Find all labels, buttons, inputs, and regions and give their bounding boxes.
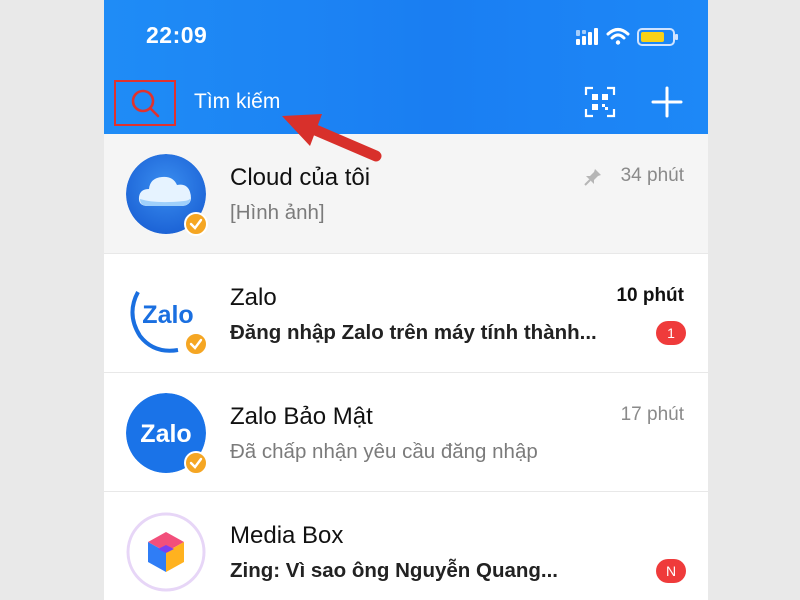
conversation-time: 17 phút	[620, 404, 684, 425]
conversation-preview: Đã chấp nhận yêu cầu đăng nhập	[230, 440, 538, 463]
conversation-row-media-box[interactable]: Media Box Zing: Vì sao ông Nguyễn Quang.…	[104, 492, 708, 600]
conversation-time: 10 phút	[616, 285, 684, 306]
conversation-preview: Đăng nhập Zalo trên máy tính thành...	[230, 321, 597, 344]
conversation-row-zalo[interactable]: Zalo Zalo Đăng nhập Zalo trên máy tính t…	[104, 254, 708, 373]
pointer-arrow-annotation	[282, 114, 382, 162]
plus-icon[interactable]	[650, 85, 684, 119]
search-button[interactable]	[114, 80, 176, 126]
phone-screen: 22:09 Tìm kiếm Cloud của tôi [Hình ảnh] …	[104, 0, 708, 600]
conversation-preview: [Hình ảnh]	[230, 201, 325, 224]
search-row: Tìm kiếm	[104, 78, 708, 130]
verified-badge	[184, 451, 208, 475]
conversation-name: Media Box	[230, 522, 344, 549]
verified-badge	[184, 332, 208, 356]
zalo-logo: Zalo	[140, 420, 191, 448]
conversation-row-cloud[interactable]: Cloud của tôi [Hình ảnh] 34 phút	[104, 134, 708, 254]
wifi-icon	[606, 28, 630, 45]
media-box-avatar	[126, 512, 206, 592]
conversation-name: Cloud của tôi	[230, 164, 371, 191]
conversation-list: Cloud của tôi [Hình ảnh] 34 phút Zalo Za…	[104, 134, 708, 600]
status-icons	[576, 28, 678, 46]
new-badge: N	[656, 559, 686, 583]
cellular-signal-icon	[576, 28, 598, 45]
qr-scan-icon[interactable]	[584, 86, 616, 118]
conversation-time: 34 phút	[620, 165, 684, 186]
zalo-logo: Zalo	[142, 301, 193, 329]
conversation-name: Zalo Bảo Mật	[230, 403, 373, 430]
app-header: 22:09 Tìm kiếm	[104, 0, 708, 134]
unread-count-badge: 1	[656, 321, 686, 345]
conversation-name: Zalo	[230, 284, 277, 311]
conversation-preview: Zing: Vì sao ông Nguyễn Quang...	[230, 559, 558, 582]
pin-icon	[584, 169, 601, 186]
search-placeholder[interactable]: Tìm kiếm	[194, 90, 280, 114]
search-icon	[131, 89, 160, 118]
conversation-row-zalo-bao-mat[interactable]: Zalo Zalo Bảo Mật Đã chấp nhận yêu cầu đ…	[104, 373, 708, 492]
status-time: 22:09	[146, 22, 208, 48]
verified-badge	[184, 212, 208, 236]
battery-icon	[637, 28, 678, 46]
